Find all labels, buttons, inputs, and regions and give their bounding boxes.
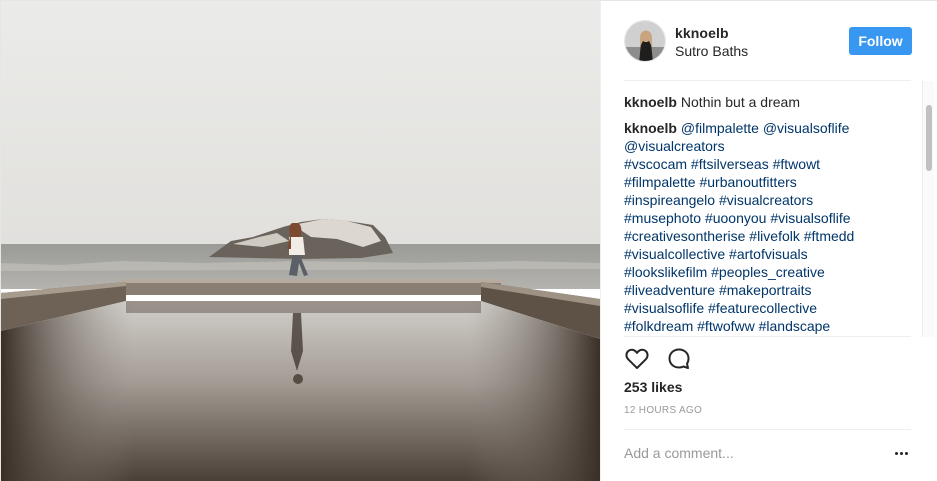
avatar[interactable] <box>624 20 666 62</box>
tag-line[interactable]: @visualcreators <box>624 138 725 154</box>
tag-line[interactable]: #visualcollective #artofvisuals <box>624 246 808 262</box>
tag-line[interactable]: #creativesontherise #livefolk #ftmedd <box>624 228 854 244</box>
post-header: kknoelb Sutro Baths Follow <box>601 1 937 81</box>
tag-line[interactable]: #folkdream #ftwofww #landscape <box>624 318 830 334</box>
tag-line[interactable]: #lookslikefilm #peoples_creative <box>624 264 825 280</box>
comment-box-divider <box>624 429 911 430</box>
seascape-photo <box>1 1 600 481</box>
actions-divider <box>624 336 911 337</box>
post-photo[interactable] <box>1 1 600 481</box>
tag-line[interactable]: #visualsoflife #featurecollective <box>624 300 817 316</box>
tags-comment-username[interactable]: kknoelb <box>624 120 677 136</box>
tag-line[interactable]: @filmpalette @visualsoflife <box>681 120 850 136</box>
caption-username[interactable]: kknoelb <box>624 94 677 110</box>
instagram-post: kknoelb Sutro Baths Follow kknoelb Nothin… <box>0 0 937 481</box>
ellipsis-dot <box>904 451 908 455</box>
ellipsis-dot <box>899 451 903 455</box>
tags-comment: kknoelb @filmpalette @visualsoflife @visu… <box>624 119 920 335</box>
follow-button[interactable]: Follow <box>849 27 912 55</box>
heart-icon[interactable] <box>624 346 650 372</box>
post-location[interactable]: Sutro Baths <box>675 43 748 59</box>
post-side-panel: kknoelb Sutro Baths Follow kknoelb Nothin… <box>600 1 937 481</box>
comments-scrollbar[interactable] <box>922 81 934 337</box>
caption-comment: kknoelb Nothin but a dream <box>624 81 920 111</box>
tag-line[interactable]: #vscocam #ftsilverseas #ftwowt <box>624 156 820 172</box>
add-comment-input[interactable] <box>624 441 874 465</box>
tag-line[interactable]: #liveadventure #makeportraits <box>624 282 812 298</box>
ellipsis-icon[interactable] <box>891 443 911 463</box>
tag-line[interactable]: #inspireangelo #visualcreators <box>624 192 813 208</box>
author-username[interactable]: kknoelb <box>675 25 729 41</box>
caption-text: Nothin but a dream <box>680 94 800 110</box>
post-timestamp[interactable]: 12 HOURS AGO <box>624 405 702 416</box>
scrollbar-thumb[interactable] <box>926 105 932 171</box>
likes-count[interactable]: 253 likes <box>624 379 682 395</box>
tag-line[interactable]: #filmpalette #urbanoutfitters <box>624 174 797 190</box>
comments-list[interactable]: kknoelb Nothin but a dream kknoelb @filmpa… <box>624 81 920 337</box>
avatar-image <box>625 21 665 61</box>
comment-icon[interactable] <box>666 346 692 372</box>
tag-line[interactable]: #musephoto #uoonyou #visualsoflife <box>624 210 851 226</box>
ellipsis-dot <box>894 451 898 455</box>
